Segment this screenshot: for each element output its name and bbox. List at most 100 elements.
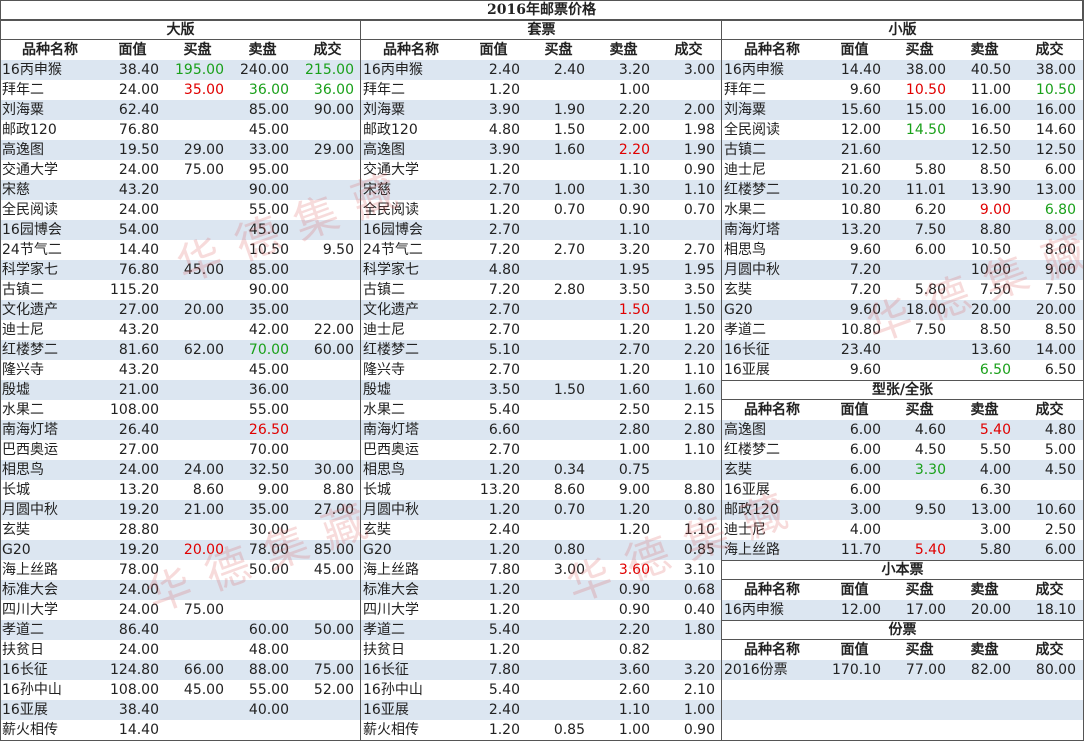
ask-price: 1.10 [618,222,650,238]
section-title: 型张/全张 [722,380,1083,400]
table-row: 2016份票 170.10 77.00 82.00 80.00 [722,660,1083,680]
bid-price: 17.00 [905,602,946,618]
variety-name: 月圆中秋 [363,502,419,518]
variety-name: 文化遗产 [2,302,58,318]
deal-price: 14.00 [1035,342,1076,358]
variety-name: 刘海粟 [363,102,405,118]
variety-name: 高逸图 [363,142,405,158]
bid-price [165,320,230,340]
bid-price: 0.80 [553,542,585,558]
ask-price: 10.50 [970,242,1011,258]
deal-price: 3.20 [683,662,715,678]
table-row: 16长征 23.40 13.60 14.00 [722,340,1083,360]
table-row: 高逸图 6.00 4.60 5.40 4.80 [722,420,1083,440]
deal-price: 8.00 [1044,222,1076,238]
variety-name: 相思鸟 [724,242,766,258]
face-value: 1.20 [488,82,520,98]
bid-price: 4.60 [914,422,946,438]
ask-price: 35.00 [248,302,289,318]
face-value: 4.80 [488,262,520,278]
table-row: 海上丝路 7.80 3.00 3.60 3.10 [361,560,722,580]
deal-price [295,160,360,180]
bid-price: 77.00 [905,662,946,678]
bid-price [526,520,591,540]
face-value: 1.20 [488,502,520,518]
bid-price [526,660,591,680]
bid-price [887,520,952,540]
variety-name: 巴西奥运 [2,442,58,458]
bid-price: 3.00 [553,562,585,578]
table-row: 水果二 5.40 2.50 2.15 [361,400,722,420]
variety-name: 孝道二 [724,322,766,338]
column-divider [360,20,361,741]
variety-name: 南海灯塔 [2,422,58,438]
deal-price [295,640,360,660]
bid-price: 3.30 [914,462,946,478]
deal-price: 2.70 [683,242,715,258]
face-value: 5.10 [488,342,520,358]
variety-name: 拜年二 [363,82,405,98]
table-row: 交通大学 1.20 1.10 0.90 [361,160,722,180]
bid-price: 1.50 [553,382,585,398]
face-value: 54.00 [118,222,159,238]
bid-price: 29.00 [183,142,224,158]
table-row: 月圆中秋 19.20 21.00 35.00 27.00 [0,500,361,520]
ask-price: 16.00 [970,102,1011,118]
face-value: 2.70 [488,362,520,378]
deal-price: 30.00 [313,462,354,478]
face-value: 76.80 [118,122,159,138]
bid-price [526,220,591,240]
ask-price: 0.90 [618,202,650,218]
deal-price [295,360,360,380]
bid-price: 20.00 [183,542,224,558]
table-row: 红楼梦二 5.10 2.70 2.20 [361,340,722,360]
table-row: 邮政120 4.80 1.50 2.00 1.98 [361,120,722,140]
bid-price [526,160,591,180]
table-row: 水果二 108.00 55.00 [0,400,361,420]
deal-price [295,600,360,620]
variety-name: 16孙中山 [363,682,423,698]
face-value: 7.80 [488,562,520,578]
deal-price: 6.80 [1044,202,1076,218]
section-title: 套票 [361,20,722,40]
deal-price [656,640,721,660]
variety-name: 古镇二 [2,282,44,298]
bid-price [165,380,230,400]
ask-price: 4.00 [979,462,1011,478]
ask-price: 42.00 [248,322,289,338]
column-header: 成交 [313,42,342,58]
deal-price: 6.00 [1044,542,1076,558]
header-row: 品种名称 面值 买盘 卖盘 成交 [722,580,1083,600]
face-value: 9.60 [849,82,881,98]
variety-name: 殷墟 [363,382,391,398]
ask-price: 1.00 [618,442,650,458]
table-row: 邮政120 76.80 45.00 [0,120,361,140]
face-value: 1.20 [488,162,520,178]
bid-price [165,560,230,580]
ask-price: 0.82 [618,642,650,658]
deal-price: 0.80 [683,502,715,518]
ask-price: 7.50 [979,282,1011,298]
ask-price: 13.60 [970,342,1011,358]
deal-price: 16.00 [1035,102,1076,118]
table-row: 海上丝路 11.70 5.40 5.80 6.00 [722,540,1083,560]
table-row: 24节气二 7.20 2.70 3.20 2.70 [361,240,722,260]
deal-price: 6.00 [1044,162,1076,178]
bid-price [165,240,230,260]
ask-price [591,540,656,560]
bid-price [526,700,591,720]
face-value: 1.20 [488,462,520,478]
deal-price [295,440,360,460]
variety-name: 文化遗产 [363,302,419,318]
bid-price [165,280,230,300]
face-value: 4.80 [488,122,520,138]
face-value: 7.20 [488,242,520,258]
deal-price: 2.50 [1044,522,1076,538]
face-value: 26.40 [118,422,159,438]
bid-price: 1.90 [553,102,585,118]
face-value: 1.20 [488,642,520,658]
ask-price: 1.30 [618,182,650,198]
bid-price: 2.40 [553,62,585,78]
table-row: 孝道二 86.40 60.00 50.00 [0,620,361,640]
deal-price: 27.00 [313,502,354,518]
